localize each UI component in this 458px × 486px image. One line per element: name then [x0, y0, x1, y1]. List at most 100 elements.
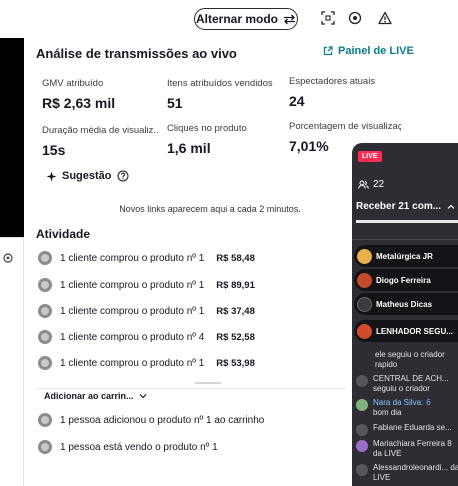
avatar: [356, 399, 368, 411]
metric-label: Porcentagem de visualizações: [289, 121, 401, 132]
receive-label: Receber 21 com...: [356, 201, 442, 212]
metric-product-clicks: Cliques no produto 1,6 mil: [167, 123, 247, 156]
expand-icon[interactable]: [321, 11, 335, 25]
avatar: [38, 330, 52, 344]
chat-message: Nara da Silva: 6 bom dia: [356, 398, 458, 418]
metric-value: 1,6 mil: [167, 140, 211, 156]
suggestion-label: Sugestão: [62, 170, 112, 182]
chat-username: Nara da Silva:: [373, 398, 424, 407]
suggestion-toggle[interactable]: Sugestão: [46, 170, 129, 182]
avatar: [357, 272, 372, 288]
divider: [356, 220, 458, 223]
avatar: [38, 278, 52, 292]
activity-text: 1 cliente comprou o produto nº 1: [60, 305, 205, 317]
cart-filter-label: Adicionar ao carrin...: [44, 391, 134, 401]
swap-icon: [284, 14, 295, 24]
activity-price: R$ 52,58: [216, 331, 255, 343]
activity-item: 1 cliente comprou o produto nº 4 R$ 52,5…: [38, 330, 255, 344]
metric-value: 51: [167, 95, 183, 111]
divider: [352, 239, 458, 240]
avatar: [38, 251, 52, 265]
metric-value: 15s: [42, 142, 66, 158]
activity-price: R$ 53,98: [216, 357, 255, 369]
avatar: [357, 248, 372, 264]
external-link-icon: [323, 46, 333, 56]
activity-text: 1 cliente comprou o produto nº 1: [60, 252, 205, 264]
metric-label: Espectadores atuais: [289, 76, 376, 87]
activity-price: R$ 58,48: [216, 252, 255, 264]
gift-sender-name: Metalúrgica JR: [376, 251, 433, 261]
chat-text: Mariachiara Ferreira 8 da LIVE: [373, 439, 452, 458]
avatar: [38, 440, 52, 454]
avatar: [357, 323, 372, 339]
cart-text: 1 pessoa está vendo o produto nº 1: [60, 441, 218, 453]
cart-item: 1 pessoa adicionou o produto nº 1 ao car…: [38, 413, 264, 427]
gift-banner: Metalúrgica JR: [354, 245, 458, 267]
divider: [36, 388, 346, 389]
metric-label: Itens atribuídos vendidos: [167, 78, 273, 89]
live-dashboard-label: Painel de LIVE: [338, 45, 414, 57]
receive-dropdown[interactable]: Receber 21 com...: [356, 201, 455, 212]
live-dashboard-link[interactable]: Painel de LIVE: [323, 45, 414, 57]
activity-price: R$ 37,48: [216, 305, 255, 317]
left-panel: [0, 238, 24, 486]
activity-text: 1 cliente comprou o produto nº 4: [60, 331, 205, 343]
avatar: [38, 304, 52, 318]
gift-sender-name: Matheus Dicas: [376, 299, 433, 309]
gift-sender-name: Diogo Ferreira: [376, 275, 431, 285]
chat-message: Fabiane Eduarda se...: [356, 423, 458, 436]
chat-text: ele seguiu o criador rapido: [375, 350, 445, 369]
chat-text: CENTRAL DE ACH... seguiu o criador: [373, 374, 449, 393]
chat-message: Mariachiara Ferreira 8 da LIVE: [356, 439, 458, 459]
activity-title: Atividade: [36, 227, 91, 241]
metric-label: GMV atribuído: [42, 78, 104, 89]
avatar: [38, 356, 52, 370]
cart-text: 1 pessoa adicionou o produto nº 1 ao car…: [60, 414, 265, 426]
chevron-down-icon: [139, 394, 146, 399]
warning-icon[interactable]: [378, 11, 392, 25]
metric-label: Cliques no produto: [167, 123, 247, 134]
level-badge: 6: [426, 398, 431, 407]
users-icon: [358, 180, 369, 189]
cart-filter-dropdown[interactable]: Adicionar ao carrin...: [44, 391, 147, 401]
activity-item: 1 cliente comprou o produto nº 1 R$ 37,4…: [38, 304, 255, 318]
chat-text: bom dia: [373, 408, 402, 417]
scroll-indicator: [195, 382, 221, 384]
chat-message: ele seguiu o criador rapido: [375, 350, 457, 370]
metric-label: Duração média de visualiz..: [42, 125, 159, 136]
toggle-mode-button[interactable]: Alternar modo: [194, 8, 298, 30]
gift-banner: Matheus Dicas: [354, 293, 458, 315]
metric-avg-duration: Duração média de visualiz.. 15s: [42, 125, 159, 158]
avatar: [356, 424, 368, 436]
activity-item: 1 cliente comprou o produto nº 1 R$ 53,9…: [38, 356, 255, 370]
chat-text: Alessandroleonardi... da LIVE: [373, 463, 458, 482]
metric-value: R$ 2,63 mil: [42, 95, 116, 111]
gift-sender-name: LENHADOR SEGU...: [376, 326, 453, 336]
chat-text: Fabiane Eduarda se...: [373, 423, 452, 432]
activity-text: 1 cliente comprou o produto nº 1: [60, 357, 205, 369]
cart-item: 1 pessoa está vendo o produto nº 1: [38, 440, 218, 454]
help-icon[interactable]: [117, 170, 129, 182]
record-icon[interactable]: [348, 11, 362, 25]
metric-items-sold: Itens atribuídos vendidos 51: [167, 78, 273, 111]
activity-price: R$ 89,91: [216, 279, 255, 291]
toggle-mode-label: Alternar modo: [195, 12, 278, 26]
viewer-count-value: 22: [373, 179, 385, 190]
metric-gmv: GMV atribuído R$ 2,63 mil: [42, 78, 115, 111]
chevron-up-icon: [447, 204, 455, 209]
activity-item: 1 cliente comprou o produto nº 1 R$ 89,9…: [38, 278, 255, 292]
activity-text: 1 cliente comprou o produto nº 1: [60, 279, 205, 291]
settings-icon[interactable]: [2, 252, 14, 264]
chat-message: CENTRAL DE ACH... seguiu o criador: [356, 374, 458, 394]
avatar: [357, 296, 372, 312]
chat-message: Alessandroleonardi... da LIVE: [356, 463, 458, 483]
sparkle-icon: [46, 171, 57, 181]
avatar: [356, 440, 368, 452]
page-title: Análise de transmissões ao vivo: [36, 46, 237, 61]
avatar: [356, 375, 368, 387]
live-badge: LIVE: [358, 151, 382, 162]
gift-banner: LENHADOR SEGU...: [354, 320, 458, 342]
gift-banner: Diogo Ferreira: [354, 269, 458, 291]
viewer-count: 22: [358, 179, 384, 190]
avatar: [38, 413, 52, 427]
